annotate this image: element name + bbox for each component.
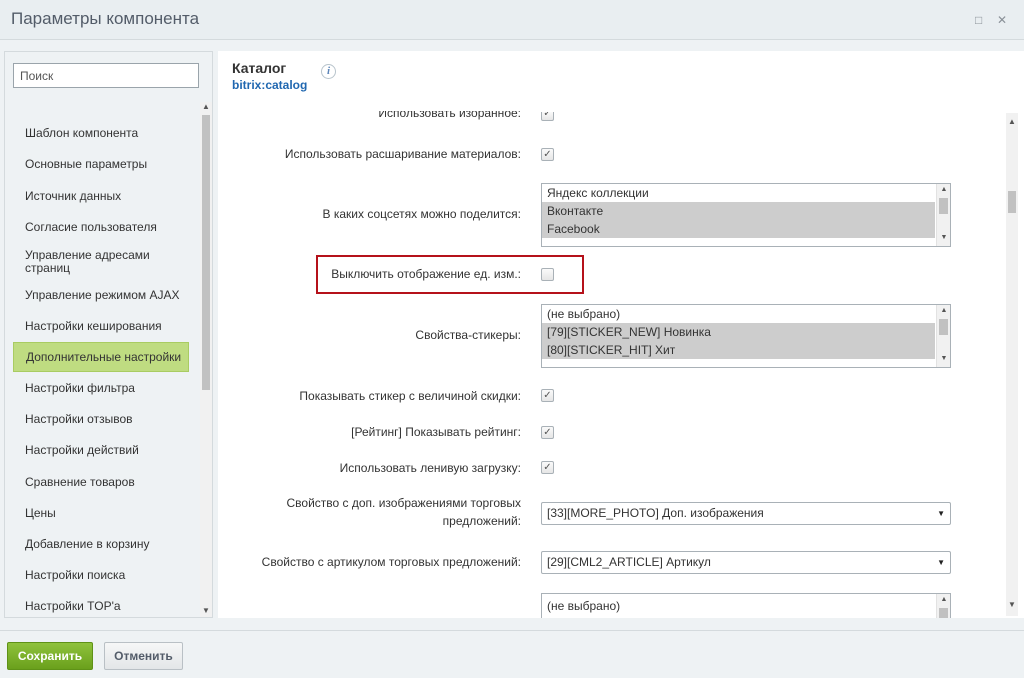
window-title: Параметры компонента <box>11 9 200 28</box>
sidebar-item-data-source[interactable]: Источник данных <box>13 190 189 203</box>
sidebar-scrollbar[interactable]: ▲ ▼ <box>200 102 212 617</box>
sidebar: Шаблон компонента Основные параметры Ист… <box>4 51 213 618</box>
sidebar-item-compare[interactable]: Сравнение товаров <box>13 476 189 489</box>
list-scrollbar[interactable]: ▲ ▼ <box>936 305 950 367</box>
sidebar-item-user-consent[interactable]: Согласие пользователя <box>13 221 189 234</box>
dropdown-arrow-icon: ▼ <box>937 558 945 567</box>
save-button[interactable]: Сохранить <box>7 642 93 670</box>
select-value: [33][MORE_PHOTO] Доп. изображения <box>547 506 764 520</box>
sidebar-item-ajax-mode[interactable]: Управление режимом AJAX <box>13 289 189 302</box>
list-scroll-thumb[interactable] <box>939 608 948 618</box>
label-show-discount-sticker: Показывать стикер с величиной скидки: <box>299 389 521 403</box>
params-panel: Каталог bitrix:catalog i Использовать из… <box>218 51 1024 618</box>
offer-photo-prop-select[interactable]: [33][MORE_PHOTO] Доп. изображения ▼ <box>541 502 951 525</box>
scroll-up-icon[interactable]: ▲ <box>937 307 950 314</box>
list-scroll-thumb[interactable] <box>939 319 948 335</box>
sidebar-item-page-urls[interactable]: Управление адресами страниц <box>13 249 183 275</box>
checkbox-show-rating[interactable]: ✓ <box>541 426 554 439</box>
share-networks-list[interactable]: Яндекс коллекции Вконтакте Facebook ▲ ▼ <box>541 183 951 247</box>
list-option[interactable]: (не выбрано) <box>542 305 935 323</box>
scroll-up-icon[interactable]: ▲ <box>937 596 950 603</box>
info-icon[interactable]: i <box>321 64 336 79</box>
offer-article-prop-select[interactable]: [29][CML2_ARTICLE] Артикул ▼ <box>541 551 951 574</box>
scroll-down-icon[interactable]: ▼ <box>937 234 950 241</box>
select-value: [29][CML2_ARTICLE] Артикул <box>547 555 711 569</box>
next-prop-list[interactable]: (не выбрано) ▲ <box>541 593 951 618</box>
sidebar-item-add-to-cart[interactable]: Добавление в корзину <box>13 538 189 551</box>
highlight-frame <box>316 255 584 294</box>
list-option[interactable]: Вконтакте <box>542 202 935 220</box>
checkbox-lazy-load[interactable]: ✓ <box>541 461 554 474</box>
label-sticker-props: Свойства-стикеры: <box>415 328 521 342</box>
component-code: bitrix:catalog <box>232 78 308 92</box>
checkbox-use-favorites[interactable]: ✓ <box>541 112 554 121</box>
label-offer-photo-prop-line2: предложений: <box>442 514 521 528</box>
sidebar-item-reviews[interactable]: Настройки отзывов <box>13 413 189 426</box>
sidebar-item-caching[interactable]: Настройки кеширования <box>13 320 189 333</box>
main-scrollbar[interactable]: ▲ ▼ <box>1006 113 1018 616</box>
checkbox-show-discount-sticker[interactable]: ✓ <box>541 389 554 402</box>
close-icon[interactable]: ✕ <box>997 13 1007 27</box>
sidebar-item-template[interactable]: Шаблон компонента <box>13 127 189 140</box>
sidebar-item-actions[interactable]: Настройки действий <box>13 444 189 457</box>
label-use-favorites: Использовать изоранное: <box>378 111 521 120</box>
list-scroll-thumb[interactable] <box>939 198 948 214</box>
maximize-icon[interactable]: □ <box>975 13 982 27</box>
sticker-props-list[interactable]: (не выбрано) [79][STICKER_NEW] Новинка [… <box>541 304 951 368</box>
sidebar-item-prices[interactable]: Цены <box>13 507 189 520</box>
component-title: Каталог <box>232 60 287 76</box>
window-titlebar: Параметры компонента □ ✕ <box>0 0 1024 40</box>
scroll-down-icon[interactable]: ▼ <box>937 355 950 362</box>
list-option[interactable]: Facebook <box>542 220 935 238</box>
sidebar-item-additional-settings[interactable]: Дополнительные настройки <box>13 342 189 372</box>
sidebar-item-filter[interactable]: Настройки фильтра <box>13 382 189 395</box>
label-show-rating: [Рейтинг] Показывать рейтинг: <box>351 425 521 439</box>
scroll-down-icon[interactable]: ▼ <box>200 606 212 616</box>
sidebar-item-main-params[interactable]: Основные параметры <box>13 158 189 171</box>
label-offer-photo-prop-line1: Свойство с доп. изображениями торговых <box>286 496 521 510</box>
search-input[interactable] <box>13 63 199 88</box>
dialog-footer: Сохранить Отменить <box>0 630 1024 678</box>
scroll-up-icon[interactable]: ▲ <box>1006 117 1018 127</box>
label-offer-article-prop: Свойство с артикулом торговых предложени… <box>261 555 521 569</box>
dropdown-arrow-icon: ▼ <box>937 509 945 518</box>
sidebar-item-top[interactable]: Настройки TOP'а <box>13 600 189 613</box>
scroll-down-icon[interactable]: ▼ <box>1006 600 1018 610</box>
list-option[interactable]: [79][STICKER_NEW] Новинка <box>542 323 935 341</box>
label-use-share: Использовать расшаривание материалов: <box>284 147 521 161</box>
sidebar-item-search[interactable]: Настройки поиска <box>13 569 189 582</box>
label-share-networks: В каких соцсетях можно поделится: <box>322 207 522 221</box>
list-scrollbar[interactable]: ▲ <box>936 594 950 618</box>
scroll-up-icon[interactable]: ▲ <box>937 186 950 193</box>
main-scroll-thumb[interactable] <box>1008 191 1016 213</box>
scroll-up-icon[interactable]: ▲ <box>200 102 212 112</box>
list-option[interactable]: [80][STICKER_HIT] Хит <box>542 341 935 359</box>
label-offer-photo-prop: Свойство с доп. изображениями торговых п… <box>287 494 521 530</box>
sidebar-scroll-thumb[interactable] <box>202 115 210 390</box>
cancel-button[interactable]: Отменить <box>104 642 183 670</box>
list-scrollbar[interactable]: ▲ ▼ <box>936 184 950 246</box>
checkbox-use-share[interactable]: ✓ <box>541 148 554 161</box>
label-lazy-load: Использовать ленивую загрузку: <box>339 461 521 475</box>
list-option[interactable]: Яндекс коллекции <box>542 184 935 202</box>
list-option[interactable]: (не выбрано) <box>542 597 935 615</box>
